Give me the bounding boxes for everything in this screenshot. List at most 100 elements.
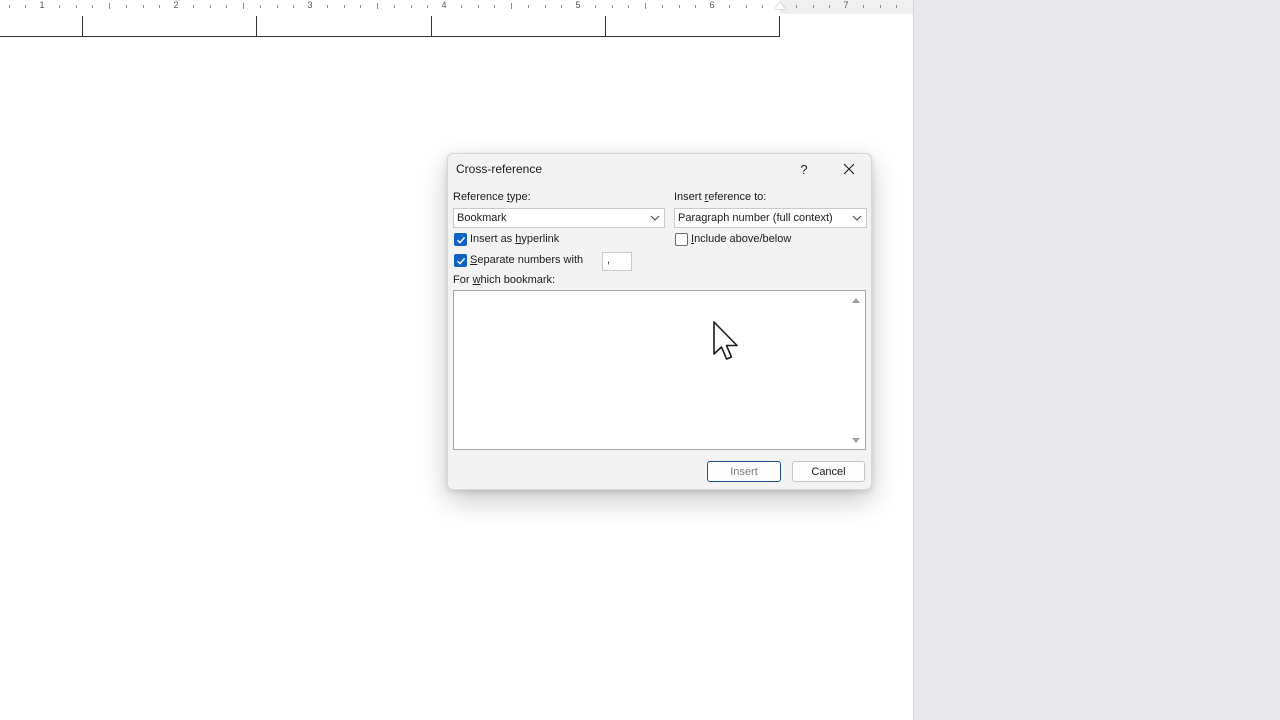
insert-as-hyperlink-label[interactable]: Insert as hyperlink	[470, 233, 559, 245]
ruler-tick	[293, 5, 294, 8]
table-cell-border	[605, 16, 606, 37]
reference-type-value: Bookmark	[457, 212, 507, 224]
include-above-below-label[interactable]: Include above/below	[691, 233, 791, 245]
insert-button[interactable]: Insert	[707, 461, 781, 482]
include-above-below-checkbox[interactable]	[675, 233, 688, 246]
label-text: hich bookmark:	[480, 274, 556, 286]
insert-as-hyperlink-checkbox[interactable]	[454, 233, 467, 246]
ruler-tick	[528, 5, 529, 8]
label-text: ype:	[509, 191, 531, 203]
ruler-number: 5	[575, 0, 581, 10]
ruler-tick	[880, 5, 881, 8]
help-icon: ?	[800, 161, 808, 177]
ruler-tick	[411, 5, 412, 8]
help-button[interactable]: ?	[790, 156, 818, 182]
ruler-tick	[427, 5, 428, 8]
ruler-tick	[796, 5, 797, 8]
ruler-number: 4	[441, 0, 447, 10]
ruler-tick	[612, 5, 613, 8]
label-text: For	[453, 274, 473, 286]
separator-input[interactable]: ,	[602, 252, 632, 271]
ruler-tick	[159, 5, 160, 8]
ruler-tick	[863, 5, 864, 8]
ruler-tick	[9, 5, 10, 8]
ruler-tick	[729, 5, 730, 8]
ruler-tick	[829, 5, 830, 8]
ruler-tick	[628, 5, 629, 8]
label-accesskey: w	[472, 274, 481, 286]
close-button[interactable]	[835, 156, 863, 182]
ruler-tick	[226, 5, 227, 8]
table-cell-border	[779, 16, 780, 37]
ruler-tick	[92, 5, 93, 8]
ruler-tick	[494, 5, 495, 8]
insert-reference-to-label: Insert reference to:	[674, 191, 766, 203]
label-text: Reference	[453, 191, 507, 203]
scroll-up-arrow-icon[interactable]	[851, 295, 861, 305]
ruler-number: 3	[307, 0, 313, 10]
ruler-tick	[461, 5, 462, 8]
cancel-button[interactable]: Cancel	[792, 461, 865, 482]
horizontal-ruler[interactable]: 1 2 3 4 5 6 7	[0, 0, 913, 14]
right-indent-marker[interactable]	[775, 2, 785, 9]
mouse-pointer-icon	[712, 320, 740, 367]
ruler-tick	[360, 5, 361, 8]
separate-numbers-checkbox[interactable]	[454, 254, 467, 267]
chevron-down-icon	[852, 209, 862, 227]
cross-reference-dialog: Cross-reference ? Reference type: Bookma…	[447, 153, 872, 490]
scroll-down-arrow-icon[interactable]	[851, 435, 861, 445]
insert-reference-to-value: Paragraph number (full context)	[678, 212, 833, 224]
reference-type-dropdown[interactable]: Bookmark	[453, 208, 665, 228]
ruler-tick	[193, 5, 194, 8]
ruler-number: 7	[843, 0, 849, 10]
ruler-tick	[896, 5, 897, 8]
table-cell-border	[82, 16, 83, 37]
ruler-tick	[813, 5, 814, 8]
ruler-tick	[243, 3, 244, 9]
ruler-tick	[511, 3, 512, 9]
document-table-row[interactable]	[0, 16, 780, 37]
ruler-tick	[210, 5, 211, 8]
reference-type-label: Reference type:	[453, 191, 531, 203]
ruler-tick	[394, 5, 395, 8]
ruler-tick	[595, 5, 596, 8]
chevron-down-icon	[650, 209, 660, 227]
ruler-text-area	[0, 0, 780, 14]
ruler-tick	[561, 5, 562, 8]
label-text: eference to:	[708, 191, 767, 203]
document-background	[913, 0, 1280, 720]
dialog-title: Cross-reference	[456, 162, 543, 176]
label-text: Insert as	[470, 233, 516, 245]
ruler-tick	[260, 5, 261, 8]
ruler-tick	[695, 5, 696, 8]
close-icon	[843, 163, 855, 175]
ruler-tick	[277, 5, 278, 8]
table-cell-border	[431, 16, 432, 37]
checkmark-icon	[457, 236, 466, 244]
ruler-tick	[645, 3, 646, 9]
ruler-tick	[545, 5, 546, 8]
ruler-tick	[377, 3, 378, 9]
ruler-tick	[478, 5, 479, 8]
insert-reference-to-dropdown[interactable]: Paragraph number (full context)	[674, 208, 867, 228]
bookmark-list[interactable]	[453, 290, 866, 450]
table-cell-border	[256, 16, 257, 37]
separate-numbers-label[interactable]: Separate numbers with	[470, 254, 583, 266]
ruler-tick	[344, 5, 345, 8]
ruler-number: 1	[39, 0, 45, 10]
ruler-tick	[327, 5, 328, 8]
ruler-tick	[762, 5, 763, 8]
for-which-bookmark-label: For which bookmark:	[453, 274, 555, 286]
ruler-number: 2	[173, 0, 179, 10]
ruler-tick	[662, 5, 663, 8]
ruler-tick	[143, 5, 144, 8]
ruler-tick	[109, 3, 110, 9]
label-text: yperlink	[521, 233, 560, 245]
ruler-tick	[76, 5, 77, 8]
label-text: nclude above/below	[694, 233, 792, 245]
ruler-tick	[126, 5, 127, 8]
label-text: Insert	[674, 191, 705, 203]
ruler-tick	[746, 5, 747, 8]
ruler-tick	[679, 5, 680, 8]
ruler-number: 6	[709, 0, 715, 10]
